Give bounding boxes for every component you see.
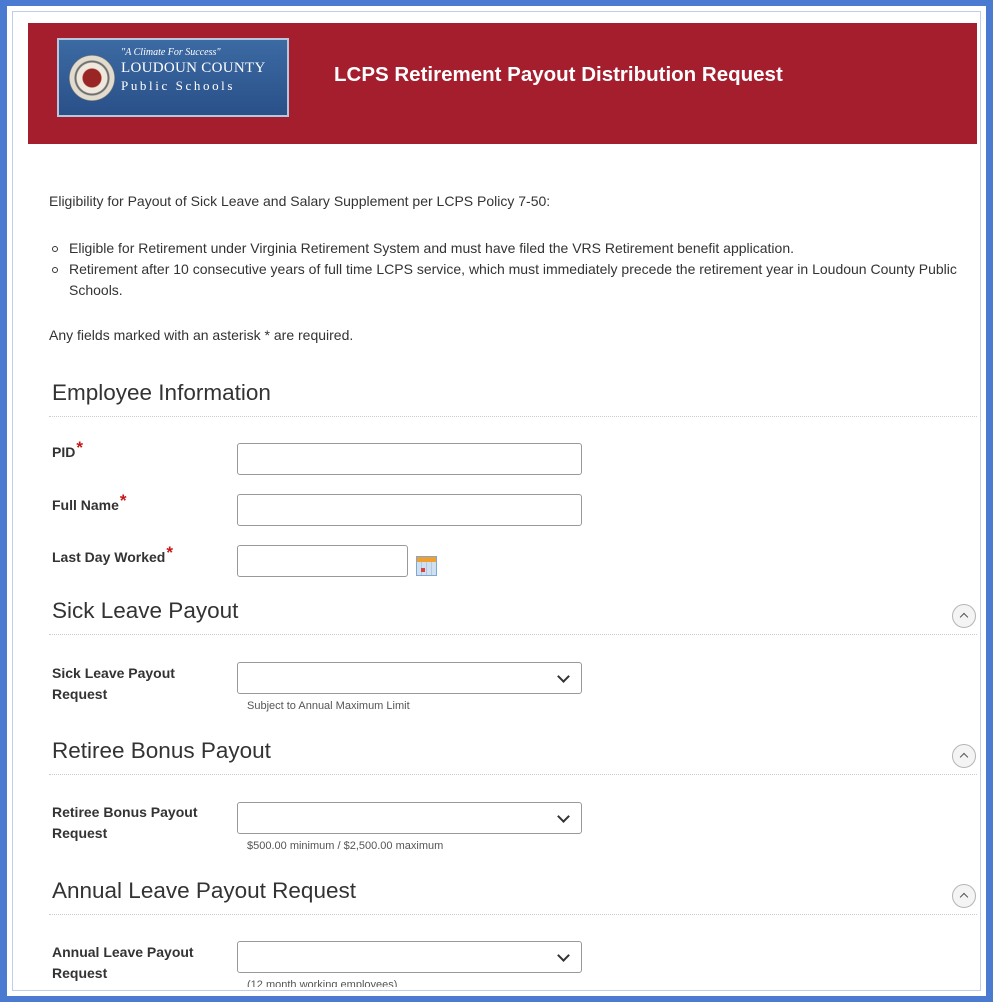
section-title: Employee Information: [52, 380, 271, 405]
form-container: "A Climate For Success" LOUDOUN COUNTY P…: [12, 11, 981, 991]
chevron-up-icon[interactable]: [952, 884, 976, 908]
section-annual-leave-payout: Annual Leave Payout Request: [49, 870, 977, 915]
calendar-icon[interactable]: [416, 556, 437, 576]
chevron-down-icon: [557, 949, 570, 962]
full-name-input[interactable]: [237, 494, 582, 526]
logo-line2: Public Schools: [121, 78, 236, 93]
required-asterisk: *: [166, 543, 173, 562]
required-note: Any fields marked with an asterisk * are…: [49, 327, 354, 343]
sick-leave-hint: Subject to Annual Maximum Limit: [247, 700, 410, 712]
page-title: LCPS Retirement Payout Distribution Requ…: [334, 63, 783, 86]
eligibility-item: Eligible for Retirement under Virginia R…: [49, 238, 977, 259]
retiree-bonus-request-label: Retiree Bonus Payout Request: [52, 804, 198, 841]
logo-line1: LOUDOUN COUNTY: [121, 60, 266, 76]
chevron-down-icon: [557, 670, 570, 683]
section-employee-information: Employee Information: [49, 372, 977, 417]
eligibility-item: Retirement after 10 consecutive years of…: [49, 259, 977, 301]
section-sick-leave-payout: Sick Leave Payout: [49, 590, 977, 635]
last-day-worked-input[interactable]: [237, 545, 408, 577]
required-asterisk: *: [119, 491, 127, 510]
section-title: Annual Leave Payout Request: [52, 878, 356, 903]
annual-leave-hint: (12 month working employees): [247, 979, 398, 990]
annual-leave-request-select[interactable]: [237, 941, 582, 973]
pid-label: PID*: [52, 438, 83, 460]
chevron-up-icon[interactable]: [952, 744, 976, 768]
chevron-down-icon: [557, 810, 570, 823]
window-frame: "A Climate For Success" LOUDOUN COUNTY P…: [0, 0, 993, 1002]
eligibility-text: Eligibility for Payout of Sick Leave and…: [49, 193, 551, 209]
lcps-logo[interactable]: "A Climate For Success" LOUDOUN COUNTY P…: [57, 38, 289, 117]
chevron-up-icon[interactable]: [952, 604, 976, 628]
last-day-worked-label: Last Day Worked*: [52, 543, 173, 565]
logo-tagline: "A Climate For Success": [121, 47, 221, 58]
sick-leave-request-select[interactable]: [237, 662, 582, 694]
section-title: Retiree Bonus Payout: [52, 738, 271, 763]
required-asterisk: *: [76, 438, 83, 457]
retiree-bonus-hint: $500.00 minimum / $2,500.00 maximum: [247, 840, 444, 852]
county-seal-icon: [69, 55, 115, 101]
retiree-bonus-request-select[interactable]: [237, 802, 582, 834]
pid-input[interactable]: [237, 443, 582, 475]
sick-leave-request-label: Sick Leave Payout Request: [52, 665, 175, 702]
full-name-label: Full Name*: [52, 491, 127, 513]
section-retiree-bonus-payout: Retiree Bonus Payout: [49, 730, 977, 775]
page-header: "A Climate For Success" LOUDOUN COUNTY P…: [28, 23, 977, 144]
section-title: Sick Leave Payout: [52, 598, 239, 623]
annual-leave-request-label: Annual Leave Payout Request: [52, 944, 194, 981]
eligibility-list: Eligible for Retirement under Virginia R…: [49, 238, 977, 301]
